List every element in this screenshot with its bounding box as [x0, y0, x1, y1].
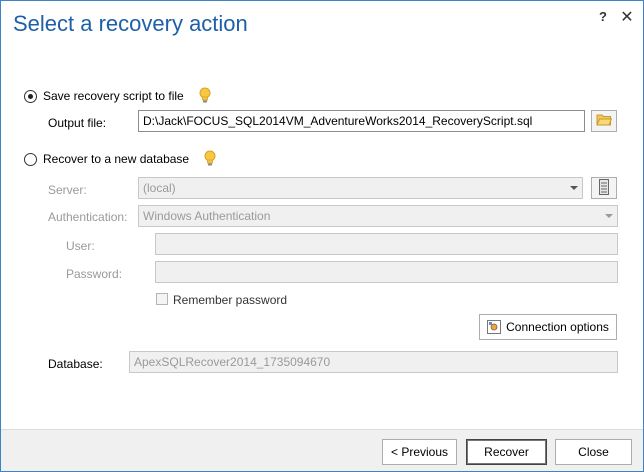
new-database-radio[interactable] [24, 152, 37, 166]
help-button[interactable]: ? [596, 9, 610, 25]
lightbulb-hint-icon[interactable] [198, 87, 212, 105]
remember-password-checkbox[interactable] [156, 293, 168, 305]
new-database-label: Recover to a new database [43, 152, 190, 166]
authentication-label: Authentication: [48, 210, 128, 224]
close-window-button[interactable]: ✕ [620, 7, 634, 26]
dialog-footer: < Previous Recover Close [1, 429, 643, 471]
user-label: User: [66, 239, 95, 253]
chevron-down-icon [605, 214, 613, 218]
recovery-action-dialog: Select a recovery action ? ✕ Save recove… [0, 0, 644, 472]
server-dropdown[interactable]: (local) [138, 177, 583, 199]
save-script-radio[interactable] [24, 89, 37, 103]
password-field[interactable] [155, 261, 618, 283]
new-database-option[interactable]: Recover to a new database [24, 150, 217, 168]
output-file-label: Output file: [48, 116, 107, 130]
save-script-label: Save recovery script to file [43, 89, 184, 103]
connection-options-button[interactable]: Connection options [479, 314, 617, 340]
dialog-title: Select a recovery action [13, 11, 248, 36]
previous-button[interactable]: < Previous [382, 439, 457, 465]
database-name-field[interactable]: ApexSQLRecover2014_1735094670 [129, 351, 618, 373]
authentication-dropdown[interactable]: Windows Authentication [138, 205, 618, 227]
authentication-value: Windows Authentication [143, 209, 271, 223]
server-list-icon [599, 178, 609, 198]
connection-options-label: Connection options [506, 320, 609, 334]
user-field[interactable] [155, 233, 618, 255]
chevron-down-icon [570, 186, 578, 190]
save-script-option[interactable]: Save recovery script to file [24, 87, 212, 105]
database-label: Database: [48, 357, 103, 371]
remember-password-label: Remember password [173, 293, 288, 307]
folder-icon [596, 113, 613, 129]
browse-servers-button[interactable] [591, 177, 617, 199]
lightbulb-hint-icon[interactable] [203, 150, 217, 168]
server-label: Server: [48, 183, 87, 197]
browse-folder-button[interactable] [591, 110, 617, 132]
output-file-field[interactable]: D:\Jack\FOCUS_SQL2014VM_AdventureWorks20… [138, 110, 585, 132]
recover-button[interactable]: Recover [466, 439, 547, 465]
server-value: (local) [143, 181, 176, 195]
password-label: Password: [66, 267, 123, 281]
connection-options-icon [487, 320, 502, 334]
close-button[interactable]: Close [555, 439, 632, 465]
